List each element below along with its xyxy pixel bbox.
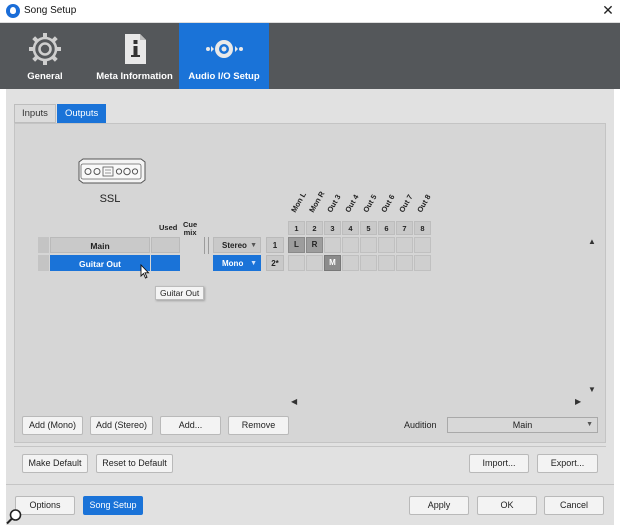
chevron-down-icon: ▼ — [250, 242, 257, 249]
export-button[interactable]: Export... — [537, 454, 598, 473]
search-icon[interactable] — [4, 507, 24, 530]
divider — [6, 484, 614, 485]
matrix-cell[interactable] — [378, 237, 395, 253]
title-bar — [0, 0, 620, 23]
format-value: Stereo — [222, 241, 247, 250]
format-value: Mono — [222, 259, 244, 268]
matrix-cell[interactable] — [342, 237, 359, 253]
used-cell[interactable] — [151, 255, 180, 271]
splitter-handle[interactable] — [204, 237, 209, 254]
device-name: SSL — [99, 193, 121, 205]
matrix-cell[interactable] — [342, 255, 359, 271]
apply-button[interactable]: Apply — [409, 496, 469, 515]
channel-number: 1 — [266, 237, 284, 253]
matrix-cell[interactable] — [378, 255, 395, 271]
output-number: 1 — [288, 221, 305, 235]
cue-mix-line-2: mix — [183, 228, 197, 237]
tab-audio-io-setup[interactable]: Audio I/O Setup — [179, 23, 269, 89]
scroll-up-icon[interactable]: ▲ — [588, 237, 596, 246]
subtab-inputs[interactable]: Inputs — [14, 104, 56, 123]
matrix-cell[interactable] — [414, 237, 431, 253]
tab-meta-information-label: Meta Information — [96, 71, 173, 82]
close-icon[interactable]: ✕ — [600, 2, 616, 19]
format-dropdown[interactable]: Stereo ▼ — [213, 237, 261, 253]
add-button[interactable]: Add... — [160, 416, 221, 435]
gear-icon — [27, 31, 63, 70]
output-number: 5 — [360, 221, 377, 235]
matrix-cell[interactable] — [306, 255, 323, 271]
matrix-cell-assigned[interactable]: M — [324, 255, 341, 271]
row-handle[interactable] — [38, 237, 49, 253]
scroll-left-icon[interactable]: ◀ — [291, 397, 297, 406]
import-button[interactable]: Import... — [469, 454, 529, 473]
matrix-cell[interactable] — [324, 237, 341, 253]
output-number: 7 — [396, 221, 413, 235]
chevron-down-icon: ▼ — [586, 421, 593, 428]
matrix-cell[interactable] — [396, 255, 413, 271]
scroll-right-icon[interactable]: ▶ — [575, 397, 581, 406]
options-button[interactable]: Options — [15, 496, 75, 515]
matrix-cell[interactable] — [414, 255, 431, 271]
matrix-cell[interactable] — [288, 255, 305, 271]
channel-name-guitar-out[interactable]: Guitar Out — [50, 255, 150, 271]
output-number: 4 — [342, 221, 359, 235]
audition-select[interactable]: Main ▼ — [447, 417, 598, 433]
column-header-used: Used — [159, 223, 178, 232]
make-default-button[interactable]: Make Default — [22, 454, 88, 473]
column-header-cue-mix: Cue mix — [183, 221, 197, 237]
output-number: 2 — [306, 221, 323, 235]
matrix-cell[interactable] — [396, 237, 413, 253]
studio-one-logo-icon — [6, 4, 20, 18]
scroll-down-icon[interactable]: ▼ — [588, 385, 596, 394]
window-title: Song Setup — [24, 5, 77, 16]
audio-interface-icon — [75, 158, 147, 187]
format-dropdown[interactable]: Mono ▼ — [213, 255, 261, 271]
divider — [14, 446, 606, 447]
tab-general[interactable]: General — [0, 23, 90, 89]
tab-audio-io-setup-label: Audio I/O Setup — [188, 71, 260, 82]
used-cell[interactable] — [151, 237, 180, 253]
matrix-cell-assigned[interactable]: R — [306, 237, 323, 253]
song-setup-button[interactable]: Song Setup — [83, 496, 143, 515]
output-number: 3 — [324, 221, 341, 235]
add-stereo-button[interactable]: Add (Stereo) — [90, 416, 153, 435]
remove-button[interactable]: Remove — [228, 416, 289, 435]
add-mono-button[interactable]: Add (Mono) — [22, 416, 83, 435]
tab-meta-information[interactable]: Meta Information — [90, 23, 179, 89]
row-handle[interactable] — [38, 255, 49, 271]
audio-io-icon — [202, 31, 246, 70]
info-document-icon — [120, 31, 150, 70]
output-number: 8 — [414, 221, 431, 235]
reset-to-default-button[interactable]: Reset to Default — [96, 454, 173, 473]
ok-button[interactable]: OK — [477, 496, 537, 515]
audition-value: Main — [512, 420, 533, 430]
audition-label: Audition — [404, 420, 437, 430]
output-number: 6 — [378, 221, 395, 235]
subtab-outputs[interactable]: Outputs — [57, 104, 107, 123]
tab-general-label: General — [27, 71, 63, 82]
channel-number: 2* — [266, 255, 284, 271]
matrix-cell[interactable] — [360, 255, 377, 271]
cancel-button[interactable]: Cancel — [544, 496, 604, 515]
tooltip: Guitar Out — [155, 286, 205, 300]
matrix-cell-assigned[interactable]: L — [288, 237, 305, 253]
channel-name-main[interactable]: Main — [50, 237, 150, 253]
mouse-cursor-icon — [140, 263, 150, 282]
matrix-cell[interactable] — [360, 237, 377, 253]
chevron-down-icon: ▼ — [250, 260, 257, 267]
